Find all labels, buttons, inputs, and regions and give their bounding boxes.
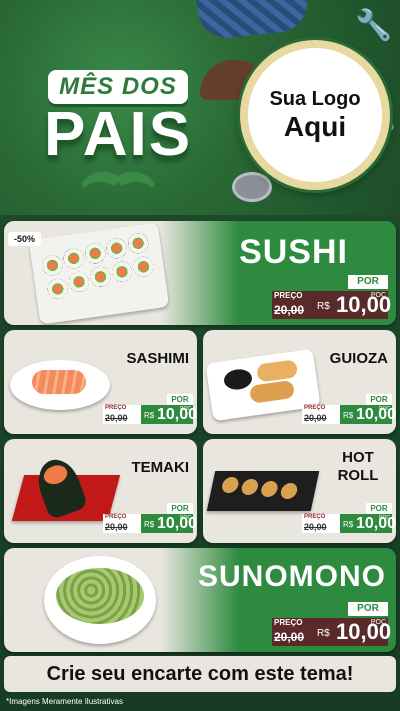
logo-text-line2: Aqui	[283, 111, 347, 142]
product-card-sashimi[interactable]: SASHIMI POR PREÇO 20,00 R$ 10,00 POC	[4, 330, 197, 434]
price-block: POR PREÇO 20,00 R$ 10,00 POC	[272, 602, 391, 646]
title-top: MÊS DOS	[48, 70, 188, 104]
price-block: POR PREÇO 20,00 R$ 10,00 POC	[272, 275, 391, 319]
new-price: 10,00	[157, 406, 197, 423]
old-price: 20,00	[105, 522, 128, 532]
old-price: 20,00	[274, 303, 305, 317]
preco-label: PREÇO	[274, 291, 303, 300]
product-name: SUNOMONO	[198, 560, 386, 593]
page-title: PAIS	[43, 100, 193, 169]
old-price: 20,00	[304, 522, 327, 532]
poc-label: POC	[180, 406, 191, 412]
product-name: SASHIMI	[126, 350, 189, 367]
product-name: HOT ROLL	[337, 449, 379, 484]
currency-label: R$	[144, 411, 155, 420]
poc-label: POC	[379, 406, 390, 412]
preco-label: PREÇO	[304, 405, 326, 411]
old-price: 20,00	[274, 630, 305, 644]
tie-decoration	[195, 0, 311, 41]
poc-label: POC	[379, 515, 390, 521]
product-card-guioza[interactable]: GUIOZA POR PREÇO 20,00 R$ 10,00 POC	[203, 330, 396, 434]
poc-label: POC	[370, 619, 386, 626]
preco-label: PREÇO	[105, 405, 127, 411]
product-name: GUIOZA	[329, 350, 388, 367]
product-card-sushi[interactable]: SUSHI POR PREÇO 20,00 R$ 10,00 POC	[4, 221, 396, 325]
price-block: POR PREÇO 20,00 R$ 10,00 POC	[103, 503, 197, 533]
sushi-tray-image	[28, 222, 170, 325]
price-block: POR PREÇO 20,00 R$ 10,00 POC	[302, 394, 396, 424]
price-block: POR PREÇO 20,00 R$ 10,00 POC	[302, 503, 396, 533]
product-card-temaki[interactable]: TEMAKI POR PREÇO 20,00 R$ 10,00 POC	[4, 439, 197, 543]
poc-label: POC	[370, 292, 386, 299]
logo-placeholder[interactable]: Sua Logo Aqui	[240, 40, 390, 190]
por-label: POR	[167, 394, 193, 405]
mustache-icon	[81, 171, 155, 188]
currency-label: R$	[144, 520, 155, 529]
currency-label: R$	[317, 628, 330, 639]
por-label: POR	[348, 602, 388, 616]
flyer-page: 🔧 🔧 MÊS DOS PAIS Sua Logo Aqui SUSHI	[0, 0, 400, 711]
wrench-icon: 🔧	[355, 9, 393, 42]
price-block: POR PREÇO 20,00 R$ 10,00 POC	[103, 394, 197, 424]
product-name: TEMAKI	[131, 459, 190, 476]
por-label: POR	[167, 503, 193, 514]
disclaimer-text: *Imagens Meramente Ilustrativas	[6, 697, 123, 706]
old-price: 20,00	[304, 413, 327, 423]
new-price: 10,00	[356, 406, 396, 423]
preco-label: PREÇO	[105, 514, 127, 520]
product-name: SUSHI	[239, 233, 348, 271]
por-label: POR	[366, 503, 392, 514]
preco-label: PREÇO	[304, 514, 326, 520]
currency-label: R$	[343, 520, 354, 529]
por-label: POR	[366, 394, 392, 405]
product-card-hot-roll[interactable]: HOT ROLL POR PREÇO 20,00 R$ 10,00 POC	[203, 439, 396, 543]
product-card-sunomono[interactable]: SUNOMONO POR PREÇO 20,00 R$ 10,00 POC	[4, 548, 396, 652]
por-label: POR	[348, 275, 388, 289]
header-banner: 🔧 🔧 MÊS DOS PAIS Sua Logo Aqui	[0, 0, 400, 215]
preco-label: PREÇO	[274, 618, 303, 627]
sashimi-plate-image	[10, 360, 110, 410]
discount-badge: -50%	[8, 232, 42, 246]
currency-label: R$	[317, 301, 330, 312]
new-price: 10,00	[157, 515, 197, 532]
cta-banner[interactable]: Crie seu encarte com este tema!	[4, 656, 396, 692]
old-price: 20,00	[105, 413, 128, 423]
new-price: 10,00	[356, 515, 396, 532]
logo-text-line1: Sua Logo	[269, 88, 361, 110]
sunomono-bowl-image	[44, 556, 156, 644]
currency-label: R$	[343, 411, 354, 420]
watch-icon	[232, 172, 272, 202]
poc-label: POC	[180, 515, 191, 521]
